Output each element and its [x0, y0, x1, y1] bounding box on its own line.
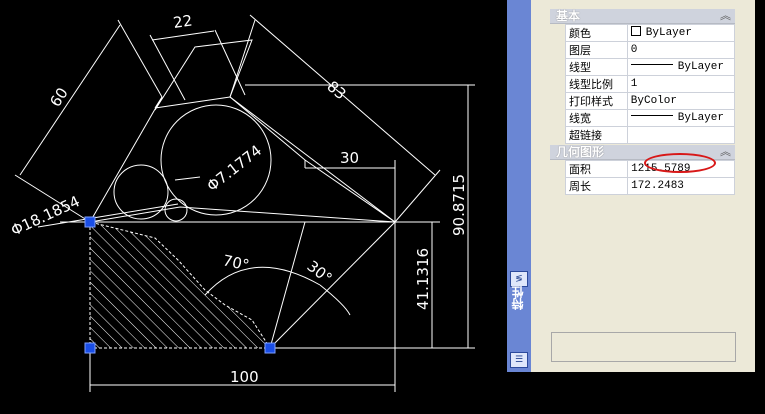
dim-text-41: 41.1316 — [414, 248, 432, 310]
dim-text-phi18: Φ18.1854 — [8, 192, 83, 240]
prop-name: 图层 — [565, 41, 628, 59]
medium-circle[interactable] — [113, 164, 169, 220]
prop-value-perimeter[interactable]: 172.2483 — [627, 177, 735, 195]
prop-name: 面积 — [564, 160, 629, 178]
collapse-chevron-icon[interactable]: ︽ — [720, 9, 731, 23]
prop-row-color[interactable]: 颜色 ByLayer — [565, 24, 736, 42]
dim-text-22: 22 — [172, 11, 193, 31]
section-basic-header[interactable]: 基本 ︽ — [550, 9, 735, 24]
small-circle[interactable] — [164, 198, 188, 222]
prop-value-linetype[interactable]: ByLayer — [626, 58, 736, 76]
geometry-properties-table: 面积 1215.5789 周长 172.2483 — [564, 160, 735, 195]
dim-text-30deg: 30° — [304, 257, 336, 288]
prop-row-lineweight[interactable]: 线宽 ByLayer — [565, 109, 736, 127]
palette-menu-icon[interactable]: ☰ — [510, 352, 528, 368]
dim-text-30: 30 — [340, 149, 359, 167]
prop-name: 超链接 — [565, 126, 628, 144]
hatch-region[interactable] — [90, 222, 270, 348]
right-slope[interactable] — [269, 221, 396, 349]
section-geometry-header[interactable]: 几何图形 ︽ — [550, 145, 735, 160]
linetype-sample-icon — [630, 63, 673, 65]
section-basic-title: 基本 — [556, 9, 581, 23]
description-panel — [551, 332, 736, 362]
dim-text-83: 83 — [323, 77, 349, 103]
dim-text-phi7: Φ7.1774 — [203, 141, 265, 195]
angle-arc-30[interactable] — [319, 284, 351, 316]
prop-name: 线型比例 — [565, 75, 628, 93]
palette-shadow — [755, 0, 765, 380]
grip-bottom-right[interactable] — [264, 342, 276, 354]
drawing-svg[interactable]: 22 60 83 Φ18.1854 Φ7.1774 30 90.8715 41.… — [0, 0, 507, 414]
prop-value-color[interactable]: ByLayer — [626, 24, 736, 42]
auto-hide-icon[interactable]: ≶ — [510, 271, 528, 287]
prop-row-hyperlink[interactable]: 超链接 — [565, 126, 736, 144]
dim-text-90: 90.8715 — [450, 174, 468, 236]
top-edge[interactable] — [154, 96, 231, 109]
prop-row-layer[interactable]: 图层 0 — [565, 41, 736, 59]
collapse-chevron-icon[interactable]: ︽ — [720, 145, 731, 159]
dim-text-70: 70° — [221, 251, 251, 274]
main-outline[interactable] — [89, 39, 397, 223]
grip-bottom-left[interactable] — [84, 342, 96, 354]
prop-row-plotstyle[interactable]: 打印样式 ByColor — [565, 92, 736, 110]
dim-line-22[interactable] — [151, 30, 215, 41]
properties-palette: ≶ 特性 ☰ 基本 ︽ 颜色 ByLayer 图层 0 线型 ByLayer 线… — [507, 0, 765, 380]
palette-bottom-edge — [507, 372, 755, 380]
prop-value-area[interactable]: 1215.5789 — [627, 160, 735, 178]
grip-top-left[interactable] — [84, 216, 96, 228]
prop-value-plotstyle[interactable]: ByColor — [626, 92, 736, 110]
prop-value-ltscale[interactable]: 1 — [626, 75, 736, 93]
palette-titlebar[interactable]: ≶ 特性 ☰ — [507, 0, 532, 372]
prop-value-layer[interactable]: 0 — [626, 41, 736, 59]
prop-name: 打印样式 — [565, 92, 628, 110]
top-diag-right[interactable] — [214, 29, 246, 96]
palette-body: 基本 ︽ 颜色 ByLayer 图层 0 线型 ByLayer 线型比例 1 打… — [531, 0, 765, 372]
dim-text-100: 100 — [230, 368, 259, 386]
prop-row-perimeter[interactable]: 周长 172.2483 — [564, 177, 735, 195]
basic-properties-table: 颜色 ByLayer 图层 0 线型 ByLayer 线型比例 1 打印样式 B… — [565, 24, 736, 144]
color-swatch-icon — [630, 25, 641, 36]
prop-name: 周长 — [564, 177, 629, 195]
prop-row-linetype[interactable]: 线型 ByLayer — [565, 58, 736, 76]
prop-value-hyperlink[interactable] — [626, 126, 736, 144]
lineweight-sample-icon — [630, 114, 673, 116]
drawing-canvas[interactable]: 22 60 83 Φ18.1854 Φ7.1774 30 90.8715 41.… — [0, 0, 507, 414]
dim-line-60[interactable] — [19, 24, 121, 176]
prop-name: 颜色 — [565, 24, 628, 42]
prop-row-ltscale[interactable]: 线型比例 1 — [565, 75, 736, 93]
prop-name: 线型 — [565, 58, 628, 76]
dim-text-60: 60 — [46, 84, 71, 110]
prop-value-lineweight[interactable]: ByLayer — [626, 109, 736, 127]
angle-arc-70[interactable] — [204, 266, 321, 296]
prop-name: 线宽 — [565, 109, 628, 127]
palette-title: 特性 — [511, 286, 525, 310]
prop-row-area[interactable]: 面积 1215.5789 — [564, 160, 735, 178]
section-geometry-title: 几何图形 — [556, 145, 605, 159]
